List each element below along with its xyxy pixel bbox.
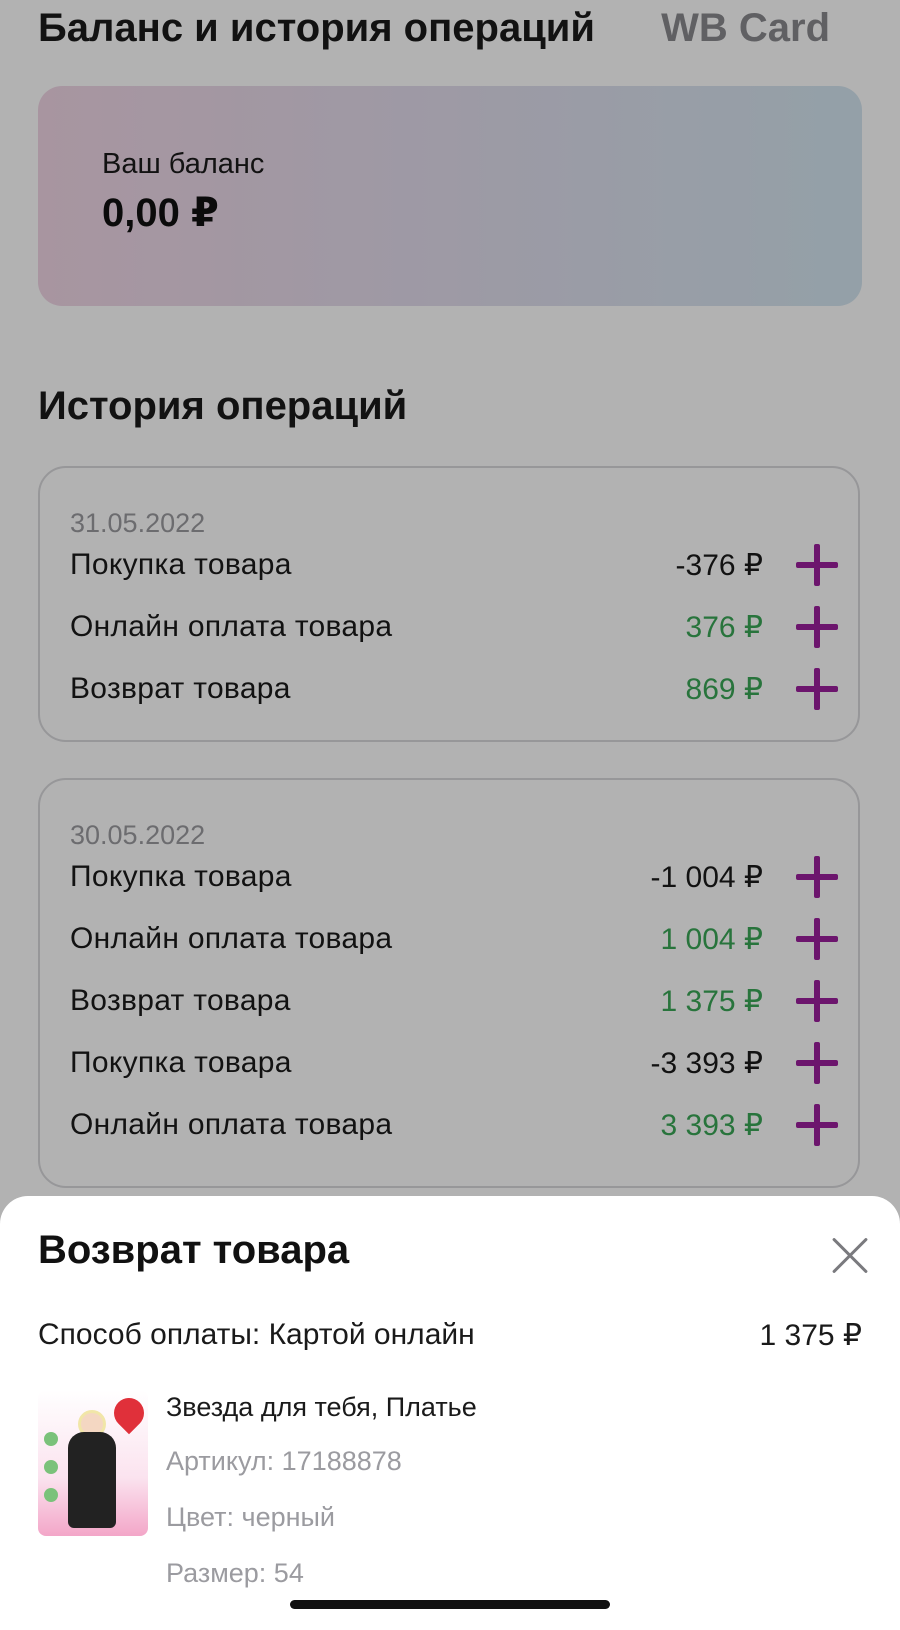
product-article: Артикул: 17188878 xyxy=(166,1446,402,1476)
product-size: Размер: 54 xyxy=(166,1558,304,1588)
payment-method: Способ оплаты: Картой онлайн xyxy=(38,1318,475,1351)
home-indicator[interactable] xyxy=(290,1600,610,1609)
operation-amount: 1 375 ₽ xyxy=(759,1319,863,1352)
badge-icon xyxy=(44,1432,58,1446)
badge-icon xyxy=(44,1460,58,1474)
product-color: Цвет: черный xyxy=(166,1502,336,1532)
sheet-title: Возврат товара xyxy=(38,1228,350,1272)
operation-detail-sheet: Возврат товара Способ оплаты: Картой онл… xyxy=(0,1196,900,1630)
product-name[interactable]: Звезда для тебя, Платье xyxy=(166,1392,477,1423)
dress-shape xyxy=(68,1432,116,1528)
close-icon[interactable] xyxy=(830,1236,870,1276)
heart-icon xyxy=(107,1391,148,1435)
product-thumbnail[interactable] xyxy=(38,1390,148,1536)
badge-icon xyxy=(44,1488,58,1502)
